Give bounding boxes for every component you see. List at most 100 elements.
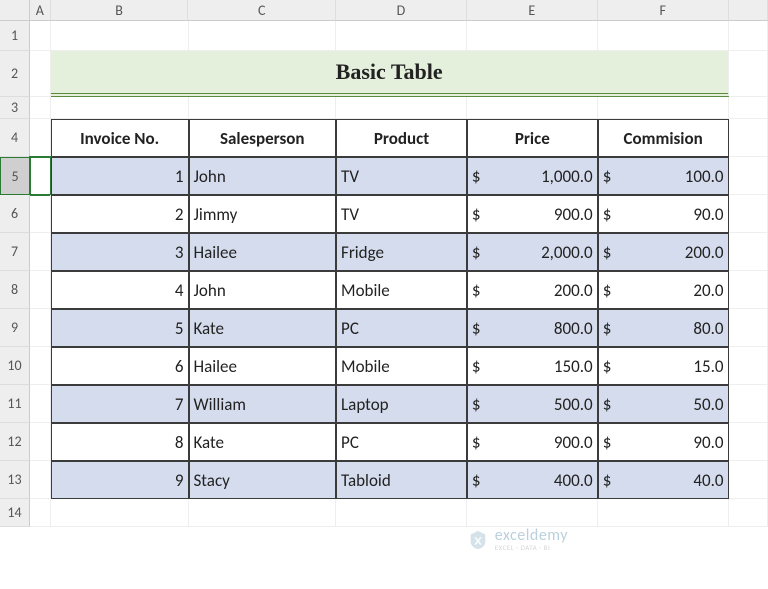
row-header-2[interactable]: 2: [0, 51, 30, 97]
row-header-5[interactable]: 5: [0, 157, 30, 195]
cell-invoice[interactable]: 3: [51, 233, 189, 271]
cell-salesperson[interactable]: Kate: [189, 309, 337, 347]
cell-G8[interactable]: [729, 271, 768, 309]
header-price[interactable]: Price: [467, 119, 598, 157]
cell-A8[interactable]: [30, 271, 51, 309]
cell-A6[interactable]: [30, 195, 51, 233]
cell-price[interactable]: $2,000.0: [467, 233, 598, 271]
cell-G2[interactable]: [729, 51, 768, 97]
cell-invoice[interactable]: 7: [51, 385, 189, 423]
cell-G9[interactable]: [729, 309, 768, 347]
cell-G13[interactable]: [729, 461, 768, 499]
cell-salesperson[interactable]: Hailee: [189, 233, 337, 271]
column-header-B[interactable]: B: [51, 0, 189, 21]
table-title[interactable]: Basic Table: [51, 51, 729, 97]
row-header-1[interactable]: 1: [0, 21, 30, 51]
cell-price[interactable]: $900.0: [467, 195, 598, 233]
row-header-6[interactable]: 6: [0, 195, 30, 233]
cell-product[interactable]: TV: [336, 195, 467, 233]
cell-salesperson[interactable]: Stacy: [189, 461, 337, 499]
cell-C1[interactable]: [189, 21, 337, 51]
cell-F14[interactable]: [598, 499, 729, 527]
row-header-3[interactable]: 3: [0, 97, 30, 119]
cell-G4[interactable]: [729, 119, 768, 157]
cell-product[interactable]: Fridge: [336, 233, 467, 271]
cell-F1[interactable]: [598, 21, 729, 51]
cell-commission[interactable]: $40.0: [598, 461, 729, 499]
cell-G7[interactable]: [729, 233, 768, 271]
cell-salesperson[interactable]: John: [189, 271, 337, 309]
cell-G5[interactable]: [729, 157, 768, 195]
cell-commission[interactable]: $100.0: [598, 157, 729, 195]
row-header-10[interactable]: 10: [0, 347, 30, 385]
cell-D1[interactable]: [336, 21, 467, 51]
cell-D3[interactable]: [336, 97, 467, 119]
cell-D14[interactable]: [336, 499, 467, 527]
cell-salesperson[interactable]: Kate: [189, 423, 337, 461]
cell-B14[interactable]: [51, 499, 189, 527]
cell-C3[interactable]: [189, 97, 337, 119]
cell-G11[interactable]: [729, 385, 768, 423]
column-header-F[interactable]: F: [598, 0, 729, 21]
cell-product[interactable]: PC: [336, 309, 467, 347]
cell-A7[interactable]: [30, 233, 51, 271]
cell-commission[interactable]: $90.0: [598, 195, 729, 233]
cell-B1[interactable]: [51, 21, 189, 51]
cell-C14[interactable]: [189, 499, 337, 527]
header-commission[interactable]: Commision: [598, 119, 729, 157]
cell-product[interactable]: Laptop: [336, 385, 467, 423]
cell-commission[interactable]: $20.0: [598, 271, 729, 309]
cell-G14[interactable]: [729, 499, 768, 527]
cell-invoice[interactable]: 6: [51, 347, 189, 385]
cell-invoice[interactable]: 8: [51, 423, 189, 461]
cell-G12[interactable]: [729, 423, 768, 461]
cell-product[interactable]: Mobile: [336, 347, 467, 385]
cell-commission[interactable]: $15.0: [598, 347, 729, 385]
cell-price[interactable]: $200.0: [467, 271, 598, 309]
cell-product[interactable]: Tabloid: [336, 461, 467, 499]
cell-A11[interactable]: [30, 385, 51, 423]
cell-invoice[interactable]: 4: [51, 271, 189, 309]
cell-price[interactable]: $400.0: [467, 461, 598, 499]
cell-price[interactable]: $150.0: [467, 347, 598, 385]
column-header-A[interactable]: A: [30, 0, 51, 21]
row-header-7[interactable]: 7: [0, 233, 30, 271]
row-header-14[interactable]: 14: [0, 499, 30, 527]
cell-G6[interactable]: [729, 195, 768, 233]
column-header-E[interactable]: E: [467, 0, 598, 21]
cell-product[interactable]: TV: [336, 157, 467, 195]
row-header-13[interactable]: 13: [0, 461, 30, 499]
cell-commission[interactable]: $90.0: [598, 423, 729, 461]
cell-E1[interactable]: [467, 21, 598, 51]
cell-G10[interactable]: [729, 347, 768, 385]
cell-A9[interactable]: [30, 309, 51, 347]
select-all-corner[interactable]: [0, 0, 30, 21]
cell-price[interactable]: $800.0: [467, 309, 598, 347]
cell-G3[interactable]: [729, 97, 768, 119]
column-header-D[interactable]: D: [336, 0, 467, 21]
cell-invoice[interactable]: 2: [51, 195, 189, 233]
cell-A3[interactable]: [30, 97, 51, 119]
cell-salesperson[interactable]: Hailee: [189, 347, 337, 385]
cell-price[interactable]: $1,000.0: [467, 157, 598, 195]
cell-A13[interactable]: [30, 461, 51, 499]
cell-A14[interactable]: [30, 499, 51, 527]
cell-product[interactable]: Mobile: [336, 271, 467, 309]
cell-G1[interactable]: [729, 21, 768, 51]
cell-A1[interactable]: [30, 21, 51, 51]
cell-A5[interactable]: [30, 157, 51, 195]
row-header-8[interactable]: 8: [0, 271, 30, 309]
header-product[interactable]: Product: [336, 119, 467, 157]
cell-commission[interactable]: $200.0: [598, 233, 729, 271]
column-header-C[interactable]: C: [188, 0, 336, 21]
row-header-11[interactable]: 11: [0, 385, 30, 423]
cell-price[interactable]: $900.0: [467, 423, 598, 461]
cell-product[interactable]: PC: [336, 423, 467, 461]
cell-invoice[interactable]: 1: [51, 157, 189, 195]
cell-B3[interactable]: [51, 97, 189, 119]
cell-price[interactable]: $500.0: [467, 385, 598, 423]
row-header-12[interactable]: 12: [0, 423, 30, 461]
cell-commission[interactable]: $50.0: [598, 385, 729, 423]
cell-E3[interactable]: [467, 97, 598, 119]
cell-invoice[interactable]: 9: [51, 461, 189, 499]
